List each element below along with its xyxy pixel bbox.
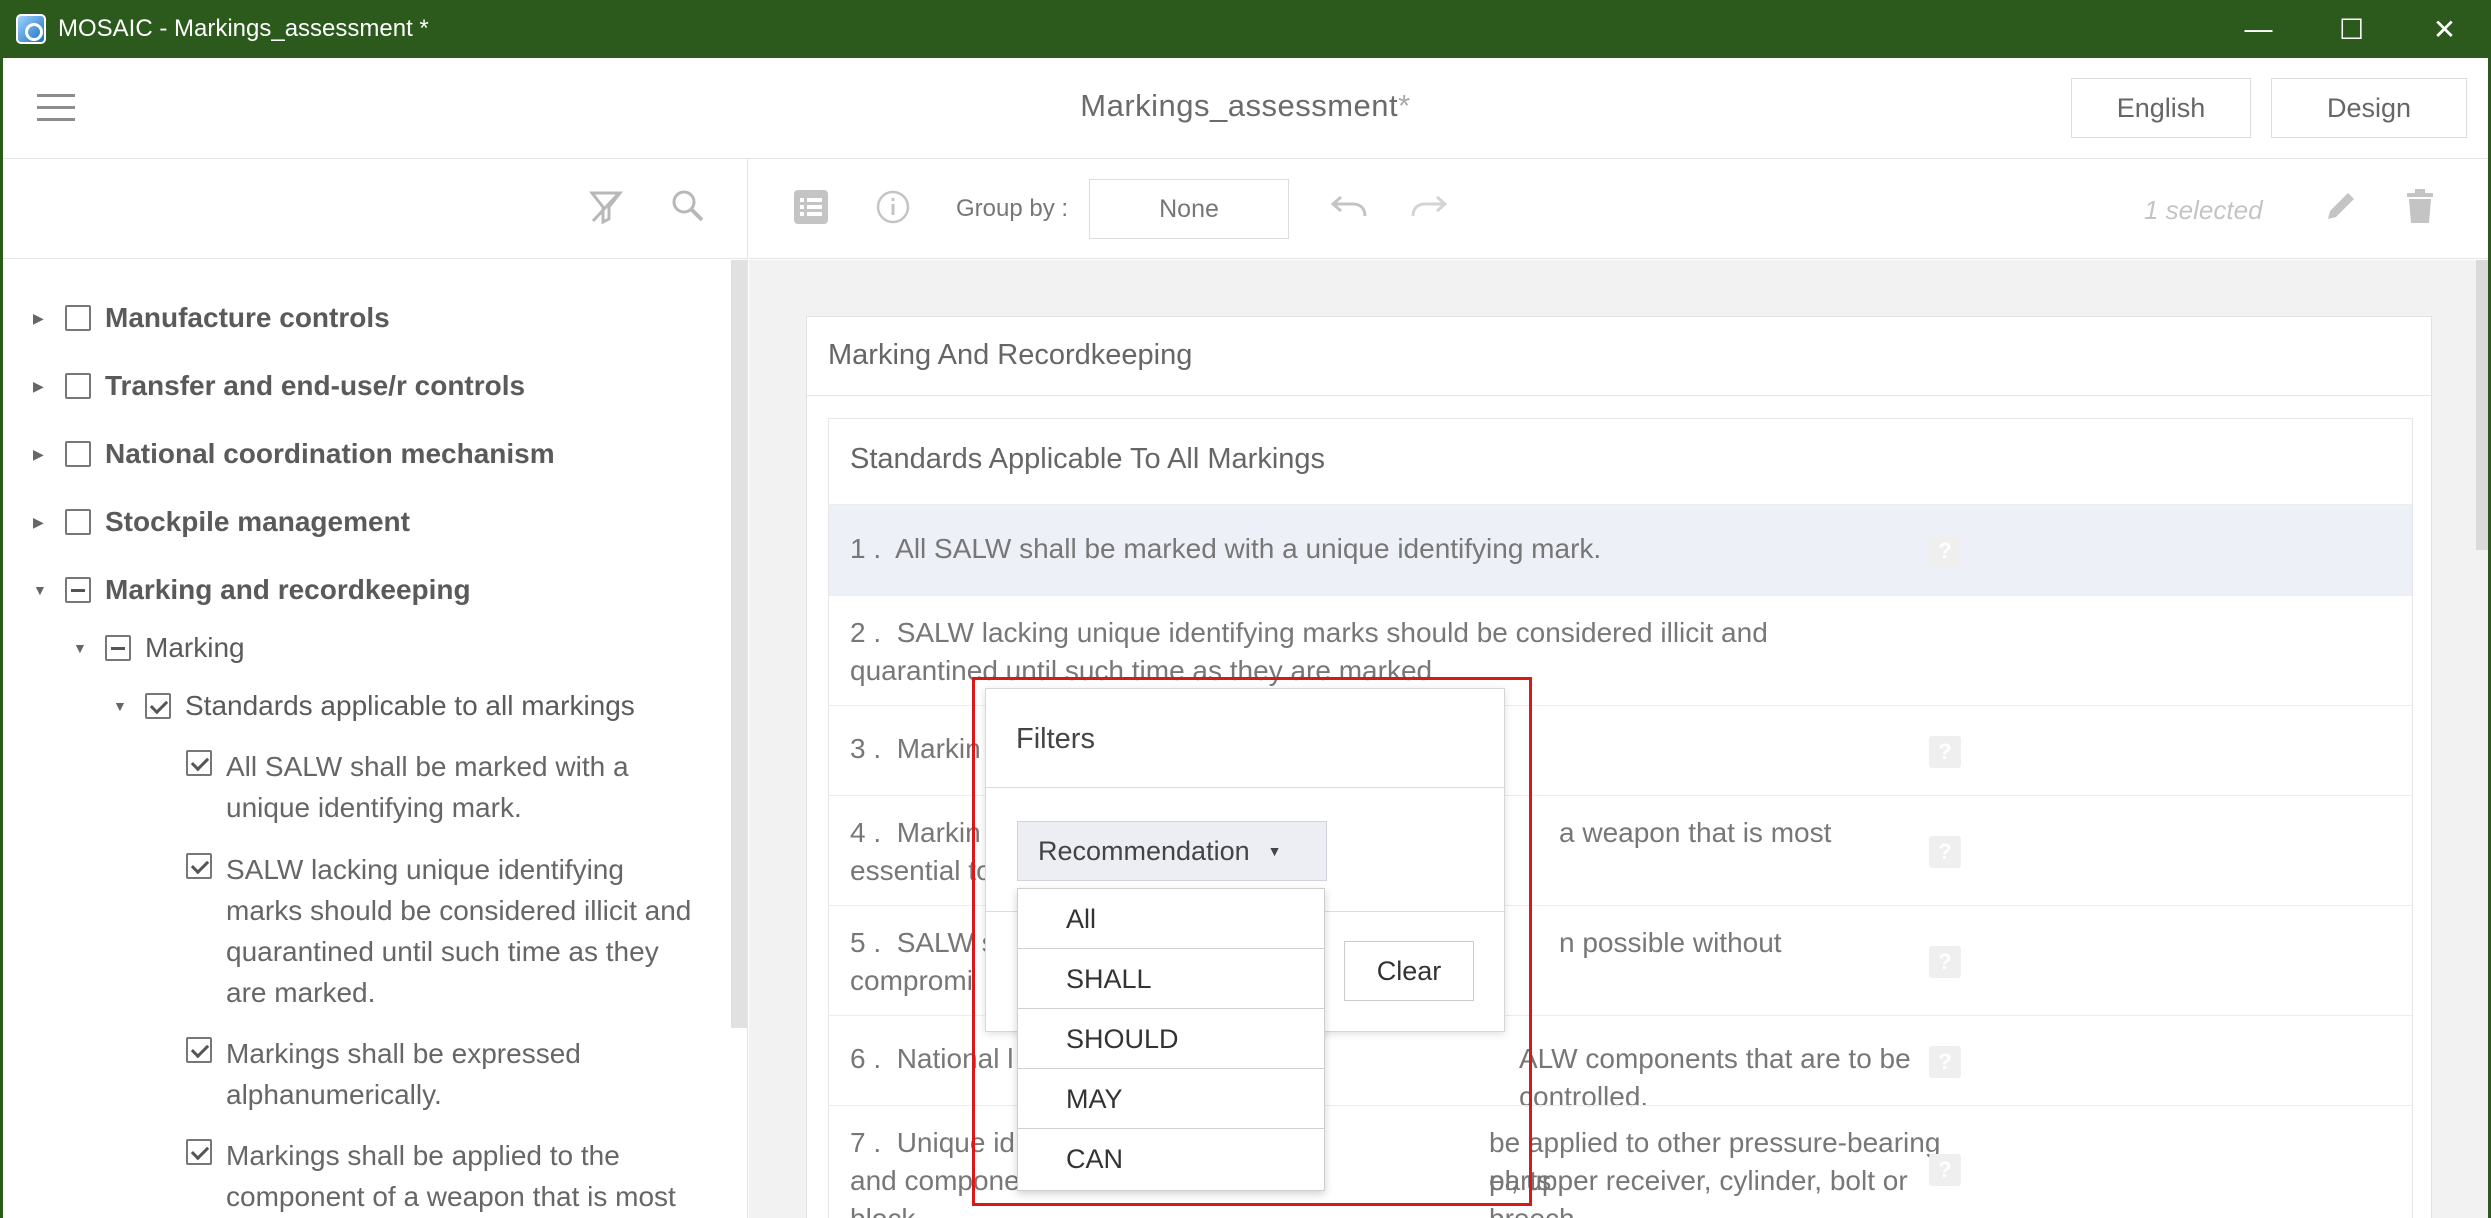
tree-scrollbar[interactable] (731, 260, 747, 1028)
checkbox[interactable] (186, 1139, 212, 1165)
tree-item-label: Marking and recordkeeping (105, 574, 471, 605)
tree-leaf-label: Markings shall be expressed alphanumeric… (226, 1038, 581, 1110)
row-number: 4 . (850, 817, 882, 848)
row-number: 5 . (850, 927, 882, 958)
search-icon[interactable] (671, 189, 705, 231)
checkbox[interactable] (186, 1037, 212, 1063)
checkbox[interactable] (186, 750, 212, 776)
row-text: Markin (896, 733, 981, 764)
content-toolbar: Group by : None 1 selected (749, 159, 2488, 259)
edit-icon[interactable] (2324, 189, 2358, 231)
window-title: MOSAIC - Markings_assessment * (58, 15, 429, 42)
row-text: All SALW shall be marked with a unique i… (895, 533, 1602, 564)
collapse-caret-icon[interactable]: ▼ (33, 573, 51, 607)
app-logo-icon (16, 14, 46, 44)
checkbox[interactable] (145, 693, 171, 719)
expand-caret-icon[interactable]: ▶ (33, 505, 51, 539)
tree-item-label: Standards applicable to all markings (185, 690, 635, 721)
help-icon[interactable]: ? (1929, 1154, 1961, 1186)
row-number: 3 . (850, 733, 882, 764)
group-by-label: Group by : (956, 195, 1069, 222)
tree-item[interactable]: ▶ Transfer and end-use/r controls (33, 369, 525, 403)
row-text: SALW lacking unique identifying marks sh… (850, 617, 1768, 686)
help-icon[interactable]: ? (1929, 836, 1961, 868)
tree-item[interactable]: ▼ Standards applicable to all markings (113, 689, 635, 723)
collapse-caret-icon[interactable]: ▼ (113, 689, 131, 723)
tree-toolbar (3, 159, 748, 259)
help-icon[interactable]: ? (1929, 946, 1961, 978)
window-titlebar: MOSAIC - Markings_assessment * — ☐ ✕ (0, 0, 2491, 58)
row-number: 1 . (850, 533, 882, 564)
checkbox[interactable] (65, 441, 91, 467)
tree-leaf[interactable]: Markings shall be expressed alphanumeric… (186, 1033, 706, 1115)
content-scrollbar[interactable] (2476, 260, 2488, 550)
row-number: 2 . (850, 617, 882, 648)
tree-item[interactable]: ▼ Marking (73, 631, 245, 665)
section-title: Marking And Recordkeeping (828, 339, 1193, 371)
expand-caret-icon[interactable]: ▶ (33, 301, 51, 335)
highlight-frame (972, 677, 1532, 1206)
delete-icon[interactable] (2405, 189, 2435, 233)
help-icon[interactable]: ? (1929, 1046, 1961, 1078)
group-by-select[interactable]: None (1089, 179, 1289, 239)
help-icon[interactable]: ? (1929, 736, 1961, 768)
tree-item-label: Transfer and end-use/r controls (105, 370, 526, 401)
checkbox[interactable] (65, 509, 91, 535)
document-name: Markings_assessment (1080, 88, 1399, 123)
row-number: 6 . (850, 1043, 882, 1074)
expand-caret-icon[interactable]: ▶ (33, 437, 51, 471)
tree-leaf-label: SALW lacking unique identifying marks sh… (226, 854, 692, 1008)
app-header: Markings_assessment* English Design (3, 58, 2488, 159)
tree-item[interactable]: ▼ Marking and recordkeeping (33, 573, 471, 607)
checkbox[interactable] (65, 305, 91, 331)
tree-item[interactable]: ▶ Manufacture controls (33, 301, 390, 335)
modified-indicator: * (1398, 88, 1411, 123)
tree-item[interactable]: ▶ National coordination mechanism (33, 437, 555, 471)
tree-leaf-label: Markings shall be applied to the compone… (226, 1140, 676, 1212)
divider (807, 395, 2433, 396)
tree-item-label: National coordination mechanism (105, 438, 555, 469)
checkbox[interactable] (186, 853, 212, 879)
tree-leaf-label: All SALW shall be marked with a unique i… (226, 751, 629, 823)
list-item[interactable]: 1 . All SALW shall be marked with a uniq… (829, 504, 2412, 595)
tree-item-label: Manufacture controls (105, 302, 390, 333)
clear-filter-icon[interactable] (588, 189, 624, 233)
checkbox[interactable] (105, 635, 131, 661)
expand-caret-icon[interactable]: ▶ (33, 369, 51, 403)
tree-item-label: Stockpile management (105, 506, 410, 537)
row-text: Markin (896, 817, 981, 848)
subsection-title: Standards Applicable To All Markings (850, 443, 1326, 475)
selected-count: 1 selected (2144, 195, 2263, 225)
tree-item-label: Marking (145, 632, 245, 663)
list-view-icon[interactable] (793, 189, 829, 233)
checkbox[interactable] (65, 577, 91, 603)
collapse-caret-icon[interactable]: ▼ (73, 631, 91, 665)
row-text-continued: a weapon that is most (1559, 817, 1832, 848)
minimize-button[interactable]: — (2212, 0, 2305, 58)
checkbox[interactable] (65, 373, 91, 399)
tree-leaf[interactable]: All SALW shall be marked with a unique i… (186, 746, 706, 828)
close-button[interactable]: ✕ (2398, 0, 2491, 58)
info-icon[interactable] (875, 189, 911, 233)
redo-icon[interactable] (1409, 191, 1449, 229)
outline-tree: ▶ Manufacture controls ▶ Transfer and en… (3, 260, 748, 1218)
help-icon[interactable]: ? (1929, 535, 1961, 567)
tree-leaf[interactable]: Markings shall be applied to the compone… (186, 1135, 706, 1217)
tree-item[interactable]: ▶ Stockpile management (33, 505, 410, 539)
tree-leaf[interactable]: SALW lacking unique identifying marks sh… (186, 849, 706, 1013)
maximize-button[interactable]: ☐ (2305, 0, 2398, 58)
design-button[interactable]: Design (2271, 78, 2467, 138)
row-number: 7 . (850, 1127, 882, 1158)
undo-icon[interactable] (1329, 191, 1369, 229)
row-text-continued: n possible without (1559, 927, 1782, 958)
language-button[interactable]: English (2071, 78, 2251, 138)
